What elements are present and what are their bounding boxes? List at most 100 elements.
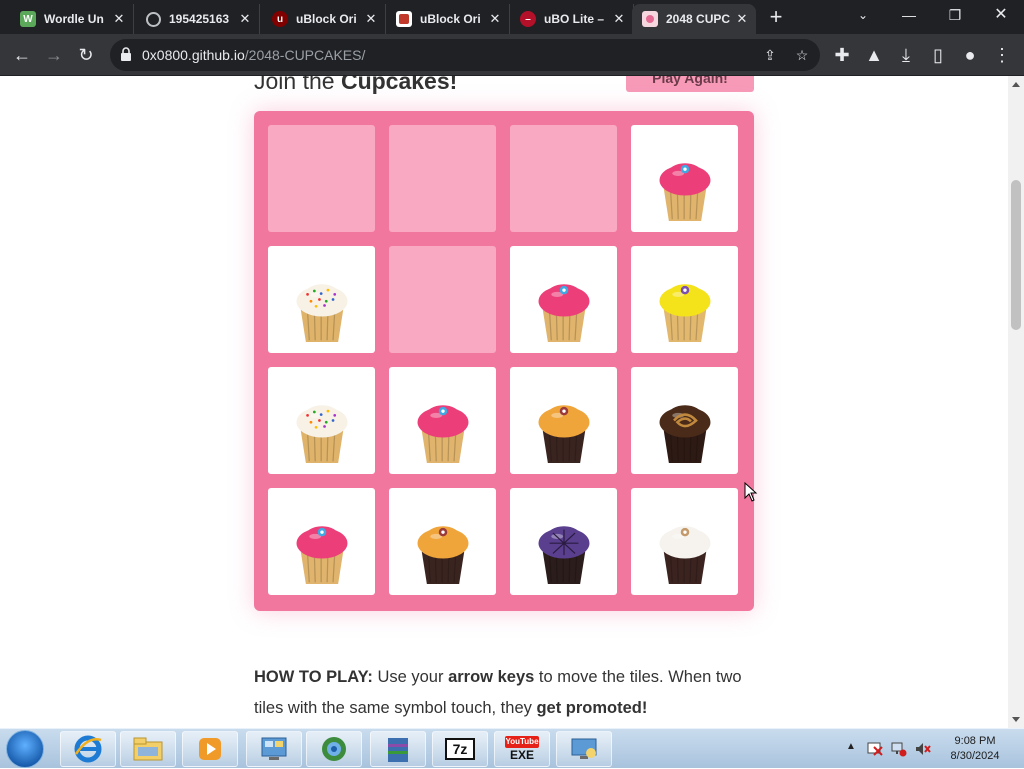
url-path: /2048-CUPCAKES/ xyxy=(244,47,366,63)
back-button[interactable]: ← xyxy=(8,41,36,69)
exe-label: EXE xyxy=(509,748,534,762)
tab-2048-cupcakes[interactable]: 2048 CUPC ✕ xyxy=(632,4,756,34)
tab-globe[interactable]: 195425163 ✕ xyxy=(136,4,260,34)
menu-icon[interactable]: ⋮ xyxy=(988,41,1016,69)
reload-button[interactable]: ↻ xyxy=(72,41,100,69)
cupcake-tile-purple-web xyxy=(510,488,617,595)
cupcake-tile-pink-frosted xyxy=(510,246,617,353)
page-content: Join the Cupcakes! Play Again! HOW TO PL… xyxy=(0,76,1008,728)
lock-icon xyxy=(121,47,131,61)
file-explorer-icon[interactable] xyxy=(120,731,176,767)
cupcake-tile-chocolate-swirl xyxy=(631,367,738,474)
empty-cell xyxy=(510,125,617,232)
new-tab-button[interactable]: + xyxy=(764,6,788,30)
winrar-icon[interactable] xyxy=(370,731,426,767)
howto-label: HOW TO PLAY: xyxy=(254,668,373,686)
remote-desktop-icon[interactable] xyxy=(556,731,612,767)
volume-muted-icon[interactable] xyxy=(914,741,932,757)
tab-title: 2048 CUPC xyxy=(666,12,731,26)
sprinkle-vanilla-cupcake-icon xyxy=(296,284,347,342)
tab-search-icon[interactable]: ⌄ xyxy=(840,0,886,30)
tab-title: uBO Lite – xyxy=(544,12,605,26)
url-text[interactable]: 0x0800.github.io/2048-CUPCAKES/ xyxy=(142,47,365,63)
game-board[interactable] xyxy=(254,111,754,611)
labs-flask-icon[interactable]: ▲ xyxy=(860,41,888,69)
forward-button[interactable]: → xyxy=(40,41,68,69)
howto-text-1: Use your xyxy=(372,668,449,686)
tab-wordle[interactable]: W Wordle Un ✕ xyxy=(10,4,134,34)
bookmark-star-icon[interactable]: ☆ xyxy=(792,45,812,65)
tab-title: Wordle Un xyxy=(44,12,104,26)
system-clock[interactable]: 9:08 PM 8/30/2024 xyxy=(940,734,1010,764)
close-icon[interactable]: ✕ xyxy=(487,11,503,27)
control-panel-icon[interactable] xyxy=(246,731,302,767)
ubo-lite-icon: – xyxy=(520,11,536,27)
cupcake-tile-yellow-frosted xyxy=(631,246,738,353)
youtube-label: YouTube xyxy=(505,736,539,748)
network-icon[interactable] xyxy=(890,741,908,757)
wordle-icon: W xyxy=(20,11,36,27)
close-icon[interactable]: ✕ xyxy=(111,11,127,27)
pink-frosted-cupcake-icon xyxy=(538,284,589,342)
ublock-icon: u xyxy=(272,11,288,27)
download-icon[interactable]: ⤓ xyxy=(892,41,920,69)
close-icon[interactable]: ✕ xyxy=(611,11,627,27)
youtube-exe-icon[interactable]: YouTube EXE xyxy=(494,731,550,767)
tab-strip: W Wordle Un ✕ 195425163 ✕ u uBlock Ori ✕… xyxy=(0,0,1024,34)
chocolate-swirl-cupcake-icon xyxy=(659,405,710,463)
close-window-button[interactable]: ✕ xyxy=(978,0,1024,30)
empty-cell xyxy=(389,246,496,353)
cupcake-tile-caramel-chocolate xyxy=(510,367,617,474)
white-chocolate-cupcake-icon xyxy=(659,526,710,584)
scroll-up-arrow[interactable] xyxy=(1012,82,1020,87)
url-host: 0x0800.github.io xyxy=(142,47,245,63)
cupcake-tile-pink-frosted xyxy=(268,488,375,595)
tab-ublock-2[interactable]: uBlock Ori ✕ xyxy=(386,4,510,34)
start-button[interactable] xyxy=(6,730,44,768)
tab-title: uBlock Ori xyxy=(296,12,357,26)
7zip-label: 7z xyxy=(445,738,475,760)
clock-date: 8/30/2024 xyxy=(950,750,1000,762)
profile-icon[interactable]: ● xyxy=(956,41,984,69)
address-bar[interactable]: 0x0800.github.io/2048-CUPCAKES/ ⇪ ☆ xyxy=(110,39,820,71)
windows-taskbar: 7z YouTube EXE ▲ 9:08 PM 8/30/2024 xyxy=(0,728,1024,768)
close-icon[interactable]: ✕ xyxy=(237,11,253,27)
play-again-button[interactable]: Play Again! xyxy=(626,76,754,92)
scroll-down-arrow[interactable] xyxy=(1012,717,1020,722)
howto-arrow-keys: arrow keys xyxy=(448,668,535,686)
cupcake-tile-white-chocolate xyxy=(631,488,738,595)
extensions-icon[interactable]: ✚ xyxy=(828,41,856,69)
close-icon[interactable]: ✕ xyxy=(363,11,379,27)
pink-frosted-cupcake-icon xyxy=(296,526,347,584)
clock-time: 9:08 PM xyxy=(954,735,996,747)
empty-cell xyxy=(389,125,496,232)
browser-toolbar: ← → ↻ 0x0800.github.io/2048-CUPCAKES/ ⇪ … xyxy=(0,34,1024,76)
show-hidden-icons-icon[interactable]: ▲ xyxy=(846,741,856,752)
how-to-play: HOW TO PLAY: Use your arrow keys to move… xyxy=(254,662,764,724)
cupcake-tile-pink-frosted xyxy=(389,367,496,474)
share-icon[interactable]: ⇪ xyxy=(760,45,780,65)
internet-explorer-icon[interactable] xyxy=(60,731,116,767)
pink-frosted-cupcake-icon xyxy=(417,405,468,463)
sprinkle-vanilla-cupcake-icon xyxy=(296,405,347,463)
tab-ublock-1[interactable]: u uBlock Ori ✕ xyxy=(262,4,386,34)
heading-bold: Cupcakes! xyxy=(340,76,458,94)
media-player-icon[interactable] xyxy=(182,731,238,767)
close-icon[interactable]: ✕ xyxy=(734,11,750,27)
7zip-icon[interactable]: 7z xyxy=(432,731,488,767)
caramel-chocolate-cupcake-icon xyxy=(417,526,468,584)
side-panel-icon[interactable]: ▯ xyxy=(924,41,952,69)
scroll-thumb[interactable] xyxy=(1011,180,1021,330)
cupcake-icon xyxy=(642,11,658,27)
browser-icon[interactable] xyxy=(306,731,362,767)
tab-title: uBlock Ori xyxy=(420,12,481,26)
tab-ubo-lite[interactable]: – uBO Lite – ✕ xyxy=(510,4,634,34)
action-center-flag-icon[interactable] xyxy=(866,741,884,757)
restore-button[interactable]: ❐ xyxy=(932,0,978,30)
minimize-button[interactable]: — xyxy=(886,0,932,30)
vertical-scrollbar[interactable] xyxy=(1008,76,1024,728)
cupcake-tile-caramel-chocolate xyxy=(389,488,496,595)
cupcake-tile-sprinkle-vanilla xyxy=(268,246,375,353)
mouse-cursor-icon xyxy=(744,482,758,502)
cupcake-tile-sprinkle-vanilla xyxy=(268,367,375,474)
